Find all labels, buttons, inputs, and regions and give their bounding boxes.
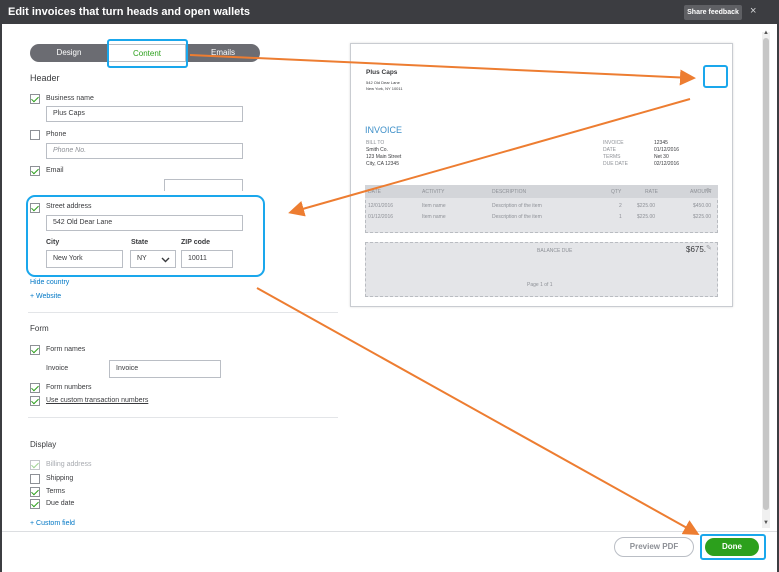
preview-balance-due-label: BALANCE DUE <box>537 248 573 254</box>
preview-meta-label: TERMS <box>603 154 621 160</box>
divider <box>28 312 338 313</box>
email-field[interactable] <box>164 179 243 191</box>
email-checkbox[interactable] <box>30 166 40 176</box>
tab-emails[interactable]: Emails <box>186 44 260 62</box>
preview-cell: Item name <box>422 214 446 220</box>
invoice-editor-app: Edit invoices that turn heads and open w… <box>0 0 779 572</box>
preview-table-header <box>365 185 718 198</box>
preview-meta-label: DATE <box>603 147 616 153</box>
preview-meta-label: INVOICE <box>603 140 624 146</box>
preview-cell: 1 <box>619 214 622 220</box>
scrollbar-thumb[interactable] <box>763 38 769 510</box>
scroll-down-icon[interactable]: ▼ <box>763 520 769 526</box>
preview-company-name: Plus Caps <box>366 69 398 76</box>
logo-highlight <box>703 65 728 88</box>
address-highlight <box>26 195 265 277</box>
preview-cell: 2 <box>619 203 622 209</box>
custom-numbers-label[interactable]: Use custom transaction numbers <box>46 397 148 404</box>
preview-cell: $225.00 <box>637 203 656 209</box>
add-website-link[interactable]: + Website <box>30 293 61 300</box>
preview-balance-due-value: $675. <box>686 245 707 254</box>
business-name-field[interactable]: Plus Caps <box>46 106 243 122</box>
scroll-up-icon[interactable]: ▲ <box>763 30 769 36</box>
phone-label: Phone <box>46 131 67 138</box>
form-names-checkbox[interactable] <box>30 345 40 355</box>
due-date-checkbox[interactable] <box>30 499 40 509</box>
preview-meta-value: Net 30 <box>654 154 669 160</box>
preview-cell: 12/01/2016 <box>368 203 394 209</box>
preview-page-label: Page 1 of 1 <box>527 282 553 288</box>
content-tab-highlight <box>107 39 188 68</box>
terms-label: Terms <box>46 488 66 495</box>
billing-address-label: Billing address <box>46 461 92 468</box>
form-numbers-label: Form numbers <box>46 384 92 391</box>
form-section-title: Form <box>30 324 49 333</box>
preview-invoice-title: INVOICE <box>365 125 403 135</box>
preview-col-header: QTY <box>611 189 622 195</box>
preview-meta-label: DUE DATE <box>603 161 628 167</box>
divider <box>28 417 338 418</box>
edit-pencil-icon[interactable]: ✎ <box>706 187 712 195</box>
preview-meta-value: 12345 <box>654 140 668 146</box>
shipping-checkbox[interactable] <box>30 474 40 484</box>
preview-cell: $450.00 <box>693 203 712 209</box>
preview-cell: $225.00 <box>637 214 656 220</box>
preview-cell: 01/12/2016 <box>368 214 394 220</box>
preview-pdf-button[interactable]: Preview PDF <box>614 537 694 557</box>
hide-country-link[interactable]: Hide country <box>30 279 69 286</box>
add-custom-field-link[interactable]: + Custom field <box>30 520 75 527</box>
preview-cell: Description of the item <box>492 214 542 220</box>
share-feedback-button[interactable]: Share feedback <box>684 5 742 20</box>
preview-bill-to-label: BILL TO <box>366 140 385 146</box>
due-date-label: Due date <box>46 500 75 507</box>
shipping-label: Shipping <box>46 475 74 482</box>
done-highlight <box>700 534 766 560</box>
title-bar: Edit invoices that turn heads and open w… <box>0 0 779 24</box>
tab-design[interactable]: Design <box>30 44 108 62</box>
header-section-title: Header <box>30 73 60 83</box>
preview-col-header: RATE <box>645 189 658 195</box>
form-names-label: Form names <box>46 346 86 353</box>
invoice-name-field[interactable]: Invoice <box>109 360 221 378</box>
billing-address-checkbox[interactable] <box>30 460 40 470</box>
business-name-label: Business name <box>46 95 94 102</box>
display-section-title: Display <box>30 440 57 449</box>
phone-checkbox[interactable] <box>30 130 40 140</box>
footer-divider <box>2 531 777 532</box>
invoice-name-label: Invoice <box>46 365 69 372</box>
preview-bill-to-city: City, CA 12345 <box>366 161 399 167</box>
preview-col-header: ACTIVITY <box>422 189 445 195</box>
preview-cell: $225.00 <box>693 214 712 220</box>
form-numbers-checkbox[interactable] <box>30 383 40 393</box>
window-title: Edit invoices that turn heads and open w… <box>8 6 251 18</box>
edit-pencil-icon[interactable]: ✎ <box>706 244 712 252</box>
preview-meta-value: 02/12/2016 <box>654 161 680 167</box>
preview-cell: Description of the item <box>492 203 542 209</box>
preview-col-header: DESCRIPTION <box>492 189 527 195</box>
phone-field[interactable]: Phone No. <box>46 143 243 159</box>
preview-cell: Item name <box>422 203 446 209</box>
close-icon[interactable]: × <box>750 5 756 17</box>
preview-meta-value: 01/12/2016 <box>654 147 680 153</box>
preview-address-line1: 542 Old Dear Lane <box>366 80 400 85</box>
business-name-checkbox[interactable] <box>30 94 40 104</box>
email-label: Email <box>46 167 64 174</box>
preview-bill-to-name: Smith Co. <box>366 147 388 153</box>
preview-bill-to-street: 123 Main Street <box>366 154 402 160</box>
custom-numbers-checkbox[interactable] <box>30 396 40 406</box>
preview-address-line2: New York, NY 10011 <box>366 86 403 91</box>
terms-checkbox[interactable] <box>30 487 40 497</box>
preview-col-header: DATE <box>368 189 381 195</box>
